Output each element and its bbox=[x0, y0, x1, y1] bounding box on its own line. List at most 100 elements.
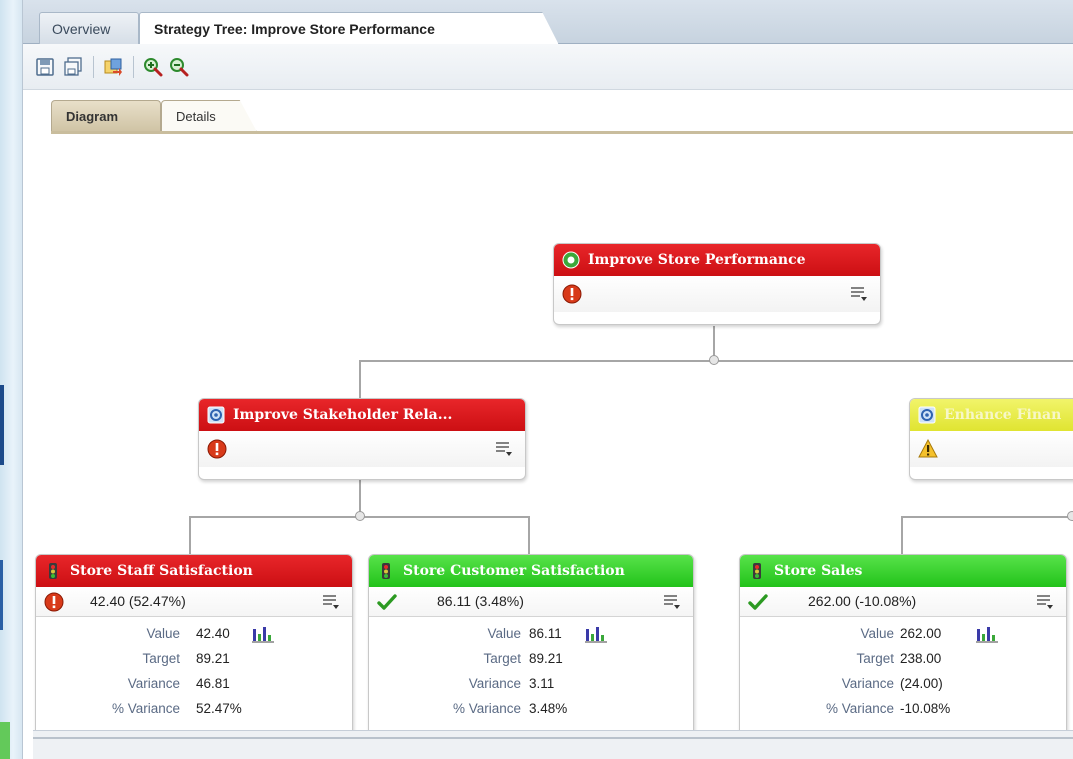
desktop-decoration bbox=[0, 385, 4, 465]
pct-variance-label: % Variance bbox=[825, 701, 894, 716]
root-objective-node[interactable]: Improve Store Performance bbox=[553, 243, 881, 325]
root-objective-title: Improve Store Performance bbox=[588, 252, 806, 268]
kpi-summary-row: 42.40 (52.47%) bbox=[36, 587, 352, 617]
target-label: Target bbox=[483, 651, 521, 666]
toolbar-separator bbox=[133, 56, 134, 78]
view-tab-bar: Diagram Details bbox=[51, 100, 1073, 132]
tab-strategy-tree[interactable]: Strategy Tree: Improve Store Performance bbox=[139, 12, 559, 45]
document-tab-bar: Overview Strategy Tree: Improve Store Pe… bbox=[23, 0, 1073, 45]
value-amount: 86.11 bbox=[529, 626, 562, 641]
kpi-node[interactable]: Store Staff Satisfaction 42.40 (52.47%) bbox=[35, 554, 353, 730]
variance-amount: 46.81 bbox=[196, 676, 230, 691]
variance-label: Variance bbox=[841, 676, 894, 691]
bar-chart-icon[interactable] bbox=[975, 625, 999, 643]
connector-line bbox=[901, 516, 903, 554]
options-menu-icon[interactable] bbox=[1036, 594, 1054, 610]
critical-status-icon bbox=[562, 284, 582, 304]
options-menu-icon[interactable] bbox=[322, 594, 340, 610]
value-label: Value bbox=[487, 626, 521, 641]
objective-body bbox=[199, 431, 525, 467]
kpi-target-row: Target 238.00 bbox=[740, 648, 1066, 673]
root-objective-header: Improve Store Performance bbox=[554, 244, 880, 276]
screen: Overview Strategy Tree: Improve Store Pe… bbox=[0, 0, 1073, 759]
target-amount: 89.21 bbox=[196, 651, 230, 666]
bar-chart-icon[interactable] bbox=[584, 625, 608, 643]
kpi-node[interactable]: Store Customer Satisfaction 86.11 (3.48%… bbox=[368, 554, 694, 730]
perspective-icon bbox=[562, 251, 580, 269]
export-icon[interactable] bbox=[103, 57, 123, 77]
kpi-title: Store Sales bbox=[774, 563, 863, 579]
pct-variance-label: % Variance bbox=[111, 701, 180, 716]
kpi-value-row: Value 262.00 bbox=[740, 623, 1066, 648]
options-menu-icon[interactable] bbox=[850, 286, 868, 302]
kpi-summary: 42.40 (52.47%) bbox=[90, 593, 186, 609]
kpi-details: Value 42.40 Target 89.21 Variance 46.81 … bbox=[36, 617, 352, 723]
kpi-icon bbox=[49, 563, 57, 579]
target-label: Target bbox=[142, 651, 180, 666]
scrollbar-track bbox=[33, 737, 1073, 739]
value-amount: 42.40 bbox=[196, 626, 230, 641]
objective-icon bbox=[918, 406, 936, 424]
objective-header: Improve Stakeholder Rela... bbox=[199, 399, 525, 431]
tab-overview[interactable]: Overview bbox=[39, 12, 139, 44]
kpi-value-row: Value 42.40 bbox=[36, 623, 352, 648]
kpi-value-row: Value 86.11 bbox=[369, 623, 693, 648]
connector-line bbox=[359, 360, 361, 398]
desktop-decoration bbox=[0, 560, 3, 630]
variance-amount: (24.00) bbox=[900, 676, 943, 691]
desktop-decoration bbox=[0, 722, 10, 759]
objective-title: Enhance Finan bbox=[944, 407, 1062, 423]
kpi-summary: 262.00 (-10.08%) bbox=[808, 593, 917, 609]
kpi-target-row: Target 89.21 bbox=[369, 648, 693, 673]
kpi-pct-variance-row: % Variance -10.08% bbox=[740, 698, 1066, 723]
zoom-out-icon[interactable] bbox=[169, 57, 189, 77]
target-amount: 89.21 bbox=[529, 651, 563, 666]
kpi-details: Value 86.11 Target 89.21 Variance 3.11 %… bbox=[369, 617, 693, 723]
kpi-icon bbox=[382, 563, 390, 579]
zoom-in-icon[interactable] bbox=[143, 57, 163, 77]
connector-node bbox=[709, 355, 719, 365]
objective-title: Improve Stakeholder Rela... bbox=[233, 407, 453, 423]
root-objective-body bbox=[554, 276, 880, 312]
kpi-pct-variance-row: % Variance 52.47% bbox=[36, 698, 352, 723]
kpi-summary-row: 262.00 (-10.08%) bbox=[740, 587, 1066, 617]
objective-body bbox=[910, 431, 1073, 467]
objective-header: Enhance Finan bbox=[910, 399, 1073, 431]
options-menu-icon[interactable] bbox=[495, 441, 513, 457]
objective-node-finance[interactable]: Enhance Finan bbox=[909, 398, 1073, 480]
toolbar-separator bbox=[93, 56, 94, 78]
value-label: Value bbox=[146, 626, 180, 641]
connector-line bbox=[901, 516, 1073, 518]
toolbar bbox=[23, 44, 1073, 90]
options-menu-icon[interactable] bbox=[663, 594, 681, 610]
value-amount: 262.00 bbox=[900, 626, 942, 641]
tab-diagram[interactable]: Diagram bbox=[51, 100, 161, 132]
diagram-canvas[interactable]: Improve Store Performance Improve Stakeh… bbox=[33, 140, 1073, 730]
kpi-variance-row: Variance (24.00) bbox=[740, 673, 1066, 698]
kpi-header: Store Customer Satisfaction bbox=[369, 555, 693, 587]
target-label: Target bbox=[856, 651, 894, 666]
view-tab-underline bbox=[51, 131, 1073, 134]
kpi-header: Store Sales bbox=[740, 555, 1066, 587]
kpi-node[interactable]: Store Sales 262.00 (-10.08%) Value 262.0… bbox=[739, 554, 1067, 730]
horizontal-scrollbar[interactable] bbox=[33, 730, 1073, 759]
save-as-icon[interactable] bbox=[63, 57, 83, 77]
save-icon[interactable] bbox=[35, 57, 55, 77]
kpi-header: Store Staff Satisfaction bbox=[36, 555, 352, 587]
kpi-summary: 86.11 (3.48%) bbox=[437, 593, 524, 609]
pct-variance-amount: 52.47% bbox=[196, 701, 242, 716]
objective-icon bbox=[207, 406, 225, 424]
connector-line bbox=[528, 516, 530, 554]
bar-chart-icon[interactable] bbox=[251, 625, 275, 643]
pct-variance-label: % Variance bbox=[452, 701, 521, 716]
connector-node bbox=[355, 511, 365, 521]
connector-line bbox=[189, 516, 191, 554]
value-label: Value bbox=[860, 626, 894, 641]
tab-details[interactable]: Details bbox=[161, 100, 257, 132]
kpi-variance-row: Variance 46.81 bbox=[36, 673, 352, 698]
objective-node-stakeholder[interactable]: Improve Stakeholder Rela... bbox=[198, 398, 526, 480]
check-status-icon bbox=[377, 594, 397, 610]
critical-status-icon bbox=[207, 439, 227, 459]
kpi-summary-row: 86.11 (3.48%) bbox=[369, 587, 693, 617]
strategy-tree-window: Overview Strategy Tree: Improve Store Pe… bbox=[22, 0, 1073, 759]
